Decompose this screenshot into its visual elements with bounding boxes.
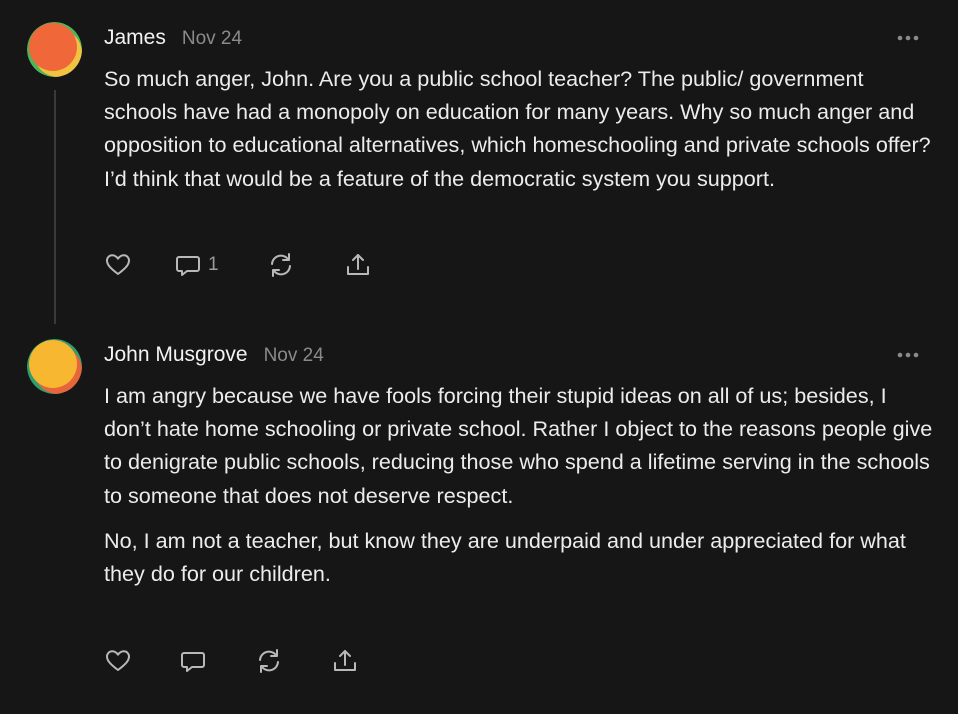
comment-thread: James Nov 24 So much anger, John. Are yo… [0, 0, 958, 714]
heart-icon [106, 650, 130, 671]
reply-button[interactable]: 1 [174, 250, 219, 280]
restack-button[interactable] [267, 250, 295, 280]
restack-icon [259, 649, 279, 673]
ellipsis-icon[interactable] [895, 347, 921, 358]
comment-date[interactable]: Nov 24 [264, 345, 324, 367]
avatar[interactable] [27, 22, 82, 77]
comment-paragraph: So much anger, John. Are you a public sc… [104, 66, 931, 191]
like-button[interactable] [104, 250, 132, 280]
share-button[interactable] [331, 646, 359, 676]
comment-bubble-icon [181, 652, 205, 672]
comment-paragraph: No, I am not a teacher, but know they ar… [104, 527, 906, 587]
heart-icon [106, 254, 130, 275]
thread-line [54, 90, 56, 324]
author-name[interactable]: John Musgrove [104, 343, 248, 367]
author-name[interactable]: James [104, 26, 166, 50]
comment-date[interactable]: Nov 24 [182, 28, 242, 50]
comment-header: James Nov 24 [104, 26, 242, 56]
share-button[interactable] [344, 250, 372, 280]
comment-paragraph: I am angry because we have fools forcing… [104, 383, 933, 508]
comment-body: I am angry because we have fools forcing… [104, 379, 934, 602]
restack-icon [271, 253, 291, 277]
avatar[interactable] [27, 339, 82, 394]
share-upload-icon [347, 254, 369, 275]
restack-button[interactable] [255, 646, 283, 676]
reply-count: 1 [208, 254, 219, 275]
comment-bubble-icon [176, 256, 200, 276]
comment-header: John Musgrove Nov 24 [104, 343, 324, 373]
comment-body: So much anger, John. Are you a public sc… [104, 62, 934, 207]
ellipsis-icon[interactable] [895, 30, 921, 41]
like-button[interactable] [104, 646, 132, 676]
reply-button[interactable] [179, 646, 213, 676]
share-upload-icon [334, 650, 356, 671]
